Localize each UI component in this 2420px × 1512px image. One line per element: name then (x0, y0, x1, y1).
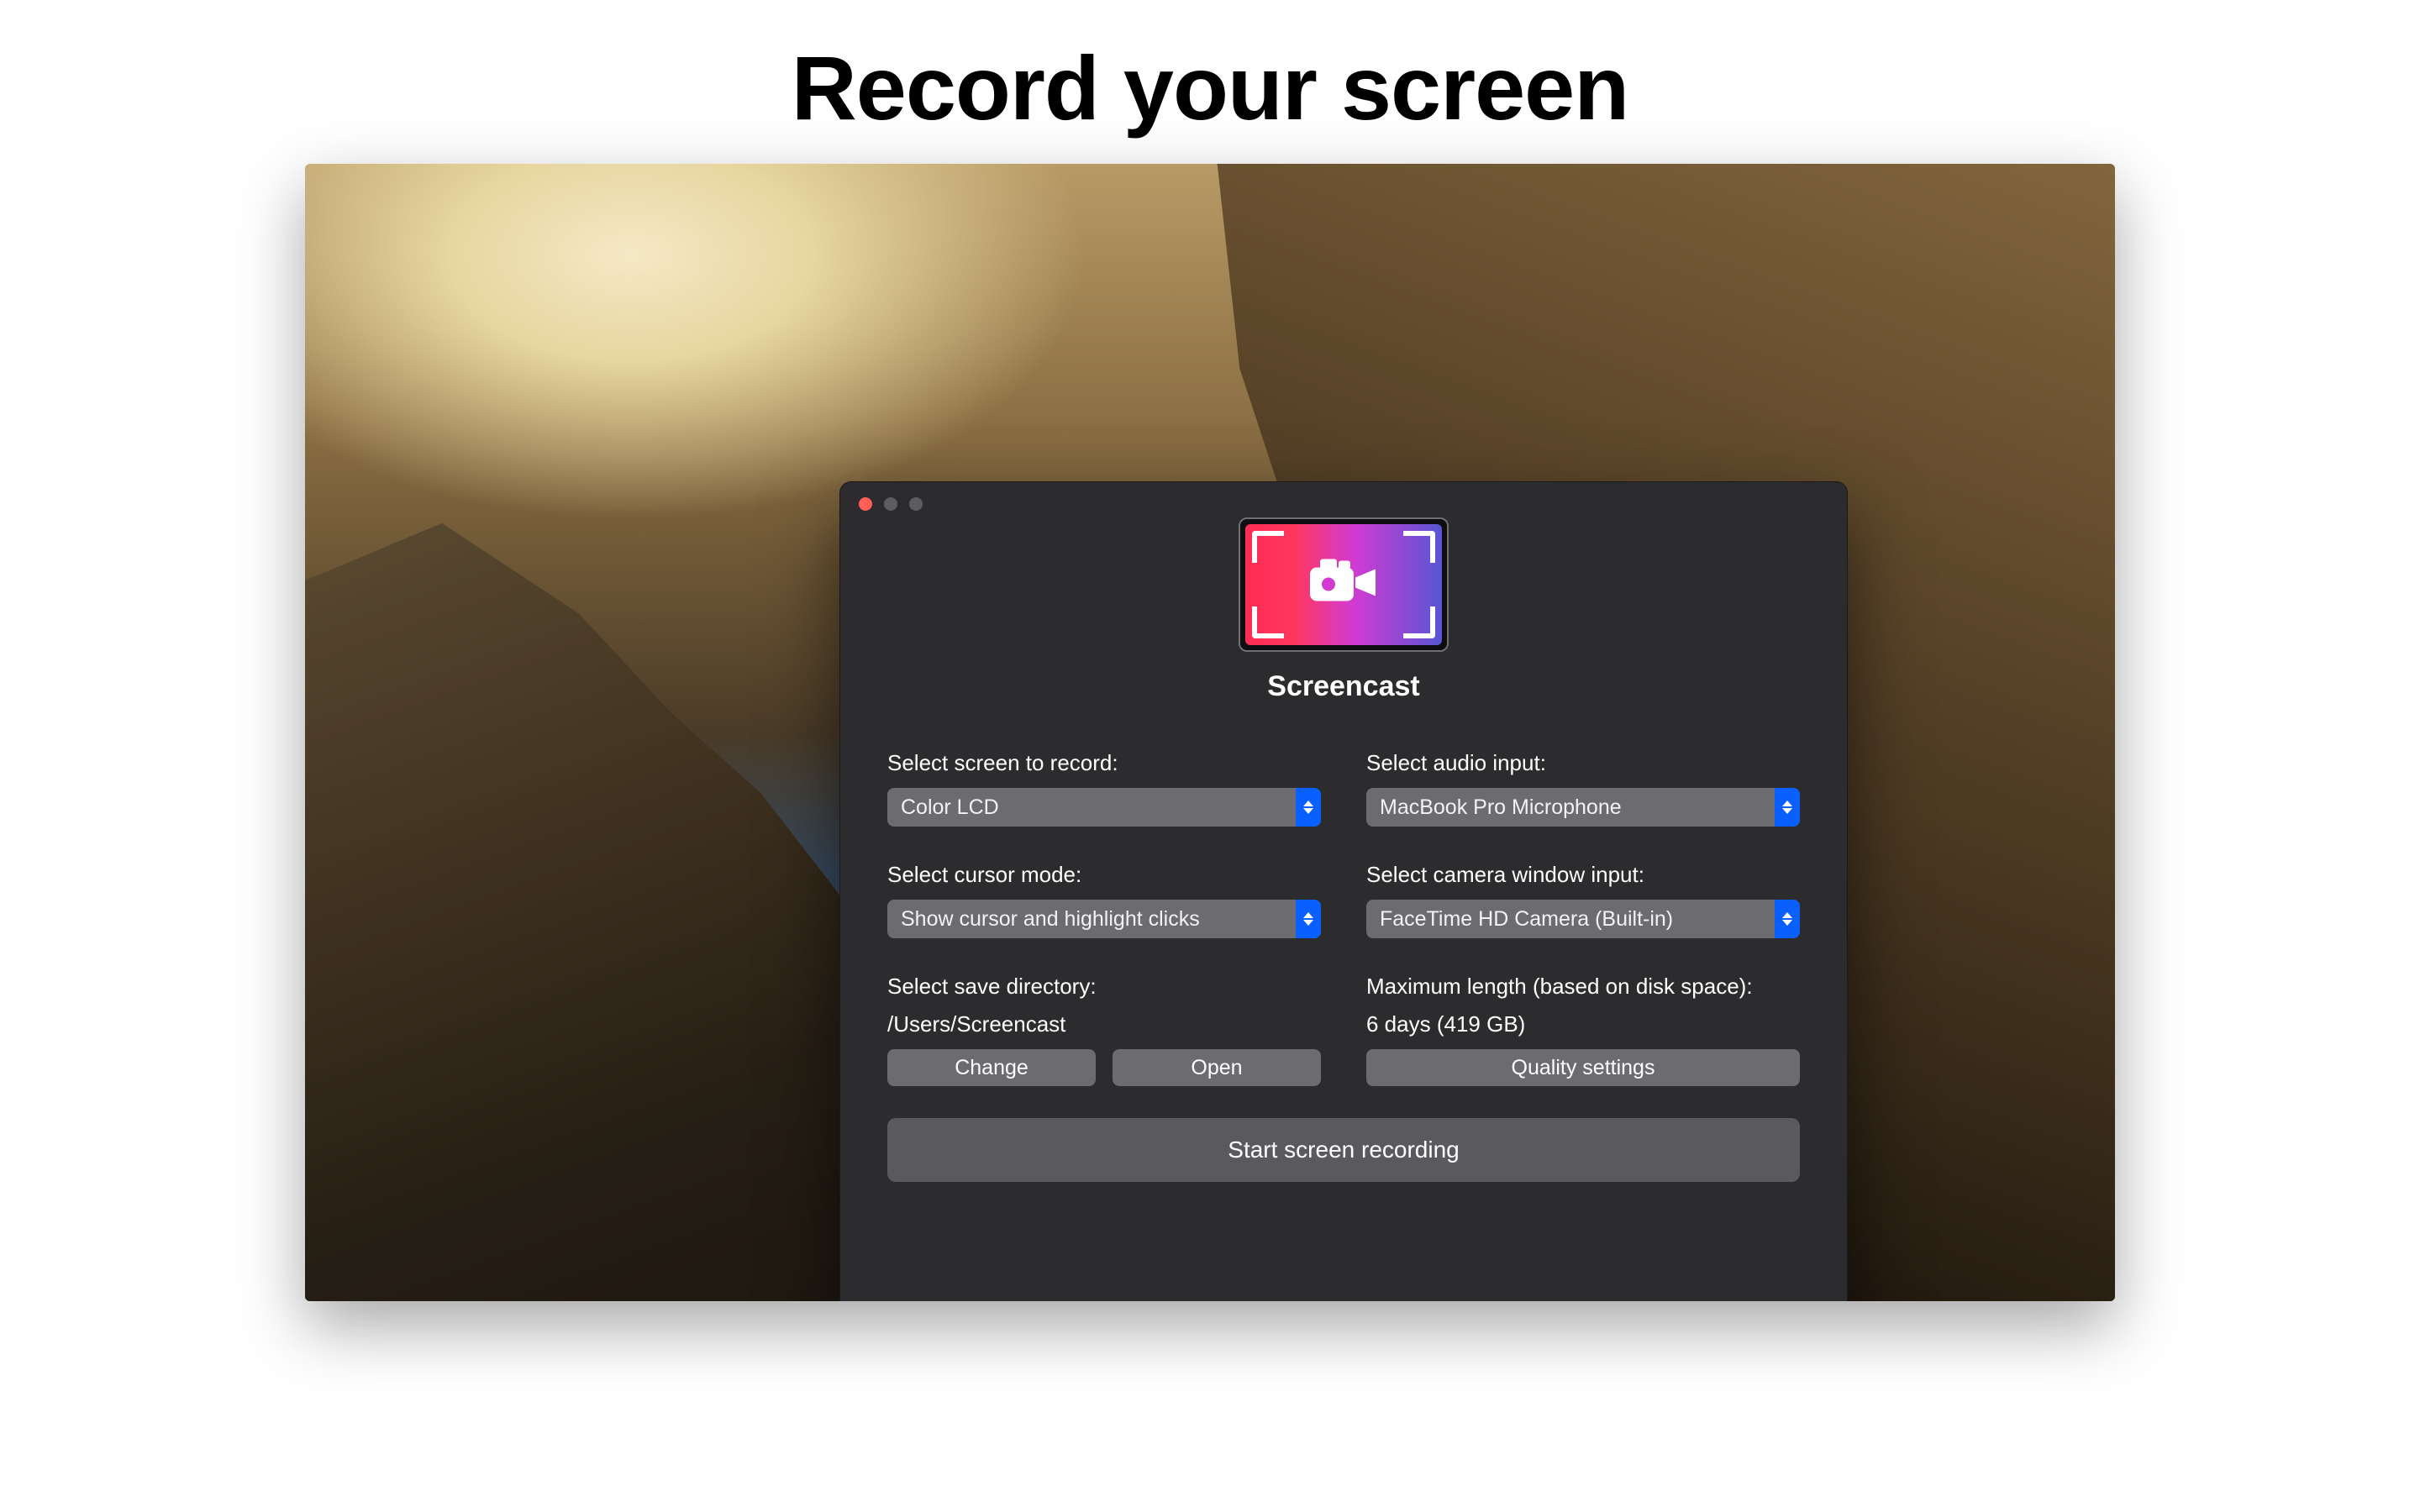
updown-icon (1775, 788, 1800, 827)
updown-icon (1296, 788, 1321, 827)
maxlen-value: 6 days (419 GB) (1366, 1011, 1800, 1037)
maxlen-label: Maximum length (based on disk space): (1366, 974, 1800, 1000)
audio-label: Select audio input: (1366, 750, 1800, 776)
updown-icon (1296, 900, 1321, 938)
open-button[interactable]: Open (1113, 1049, 1321, 1086)
save-path: /Users/Screencast (887, 1011, 1321, 1037)
start-recording-button[interactable]: Start screen recording (887, 1118, 1800, 1182)
audio-group: Select audio input: MacBook Pro Micropho… (1366, 750, 1800, 827)
quality-settings-button[interactable]: Quality settings (1366, 1049, 1800, 1086)
close-icon[interactable] (859, 497, 872, 511)
maxlen-group: Maximum length (based on disk space): 6 … (1366, 974, 1800, 1086)
settings-grid: Select screen to record: Color LCD Selec… (840, 703, 1847, 1086)
cursor-select-value: Show cursor and highlight clicks (901, 907, 1200, 932)
updown-icon (1775, 900, 1800, 938)
marketing-headline: Record your screen (792, 35, 1628, 140)
camera-group: Select camera window input: FaceTime HD … (1366, 862, 1800, 938)
app-window: Screencast Select screen to record: Colo… (839, 481, 1848, 1301)
screen-select[interactable]: Color LCD (887, 788, 1321, 827)
camera-label: Select camera window input: (1366, 862, 1800, 888)
camera-select[interactable]: FaceTime HD Camera (Built-in) (1366, 900, 1800, 938)
crop-corner-icon (1403, 606, 1435, 638)
save-group: Select save directory: /Users/Screencast… (887, 974, 1321, 1086)
save-buttons: Change Open (887, 1049, 1321, 1086)
app-title: Screencast (1267, 670, 1419, 703)
crop-corner-icon (1252, 606, 1284, 638)
app-icon (1239, 517, 1449, 652)
change-button[interactable]: Change (887, 1049, 1096, 1086)
crop-corner-icon (1252, 531, 1284, 563)
desktop-screenshot: Screencast Select screen to record: Colo… (305, 164, 2115, 1301)
zoom-icon[interactable] (909, 497, 923, 511)
crop-corner-icon (1403, 531, 1435, 563)
promo-page: Record your screen (0, 0, 2420, 1512)
traffic-lights (859, 497, 923, 511)
audio-select[interactable]: MacBook Pro Microphone (1366, 788, 1800, 827)
titlebar (840, 482, 1847, 511)
cursor-group: Select cursor mode: Show cursor and high… (887, 862, 1321, 938)
cursor-select[interactable]: Show cursor and highlight clicks (887, 900, 1321, 938)
save-label: Select save directory: (887, 974, 1321, 1000)
screen-select-value: Color LCD (901, 795, 999, 820)
app-hero: Screencast (840, 517, 1847, 703)
screen-label: Select screen to record: (887, 750, 1321, 776)
cursor-label: Select cursor mode: (887, 862, 1321, 888)
app-icon-gradient (1245, 524, 1442, 645)
screen-group: Select screen to record: Color LCD (887, 750, 1321, 827)
minimize-icon[interactable] (884, 497, 897, 511)
video-camera-icon (1308, 559, 1379, 611)
camera-select-value: FaceTime HD Camera (Built-in) (1380, 907, 1673, 932)
audio-select-value: MacBook Pro Microphone (1380, 795, 1622, 820)
